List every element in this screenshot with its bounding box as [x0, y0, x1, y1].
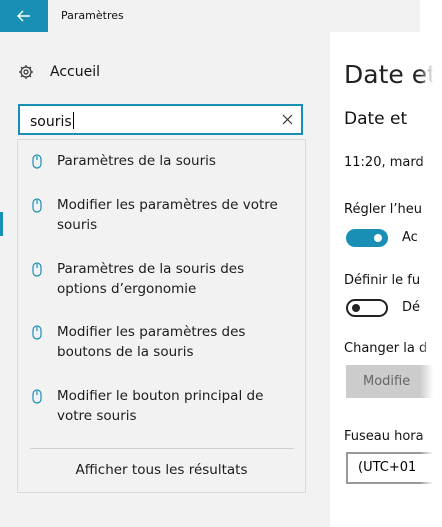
- mouse-icon: [32, 198, 42, 213]
- mouse-icon: [32, 154, 42, 169]
- nav-home-label: Accueil: [50, 64, 100, 80]
- show-all-results-link[interactable]: Afficher tous les résultats: [18, 462, 305, 478]
- auto-time-toggle[interactable]: [346, 229, 388, 247]
- mouse-icon: [32, 389, 42, 404]
- current-time: 11:20, mard: [344, 155, 424, 170]
- auto-timezone-state: Dé: [402, 300, 421, 315]
- window-title: Paramètres: [61, 9, 124, 22]
- suggestion-label: Paramètres de la souris: [57, 153, 216, 169]
- auto-time-label: Régler l’heu: [344, 202, 423, 217]
- back-arrow-icon: [17, 10, 30, 22]
- suggestion-label: Modifier les paramètres de votre souris: [57, 197, 278, 233]
- change-date-label: Changer la d: [344, 341, 428, 356]
- mouse-icon: [32, 325, 42, 340]
- search-input[interactable]: souris: [18, 104, 303, 135]
- torn-edge: [420, 0, 442, 527]
- title-bar: Paramètres: [0, 0, 420, 32]
- suggestion-label: Modifier le bouton principal de votre so…: [57, 388, 264, 424]
- auto-time-state: Ac: [402, 230, 418, 245]
- auto-timezone-toggle[interactable]: [346, 299, 388, 317]
- timezone-label: Fuseau hora: [344, 429, 424, 444]
- divider: [30, 448, 294, 449]
- gear-icon: [19, 65, 33, 79]
- suggestion-label: Paramètres de la souris des options d’er…: [57, 261, 245, 297]
- auto-timezone-label: Définir le fu: [344, 273, 421, 288]
- section-heading: Date et: [344, 109, 408, 129]
- search-suggestions: Paramètres de la souris Modifier les par…: [18, 140, 305, 492]
- suggestion-label: Modifier les paramètres des boutons de l…: [57, 324, 246, 360]
- nav-home[interactable]: Accueil: [18, 64, 100, 80]
- mouse-icon: [32, 262, 42, 277]
- back-button[interactable]: [0, 0, 48, 32]
- search-input-value: souris: [30, 112, 74, 130]
- clear-search-icon[interactable]: [282, 114, 293, 125]
- selected-nav-indicator: [0, 212, 3, 236]
